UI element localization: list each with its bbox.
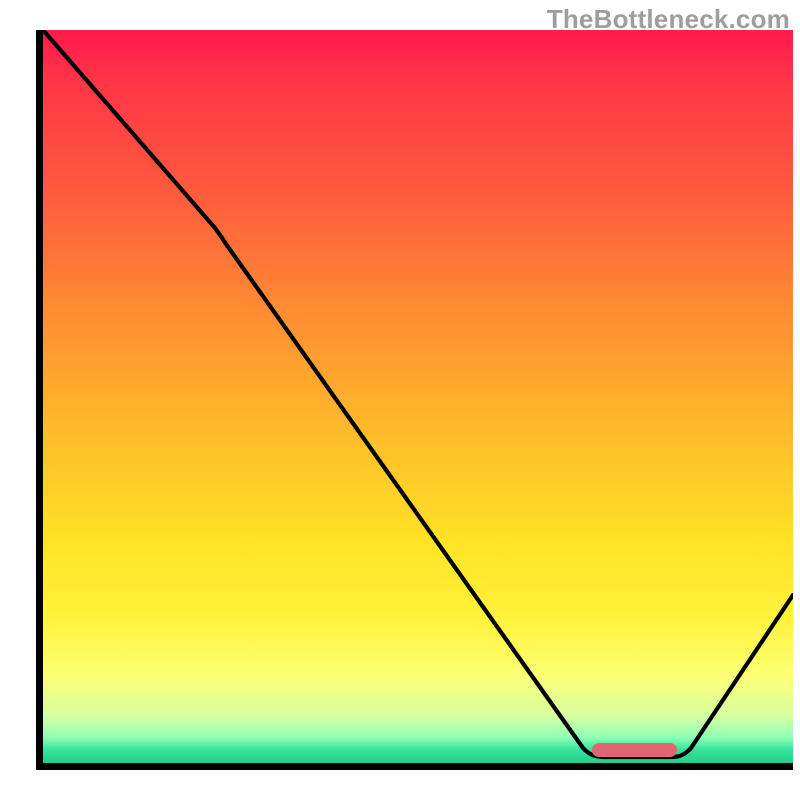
chart-container: TheBottleneck.com [0,0,800,800]
curve-svg [43,30,793,763]
watermark-text: TheBottleneck.com [547,4,790,35]
plot-area [36,30,793,770]
bottleneck-curve-path [43,30,793,757]
optimal-range-marker [592,743,677,757]
